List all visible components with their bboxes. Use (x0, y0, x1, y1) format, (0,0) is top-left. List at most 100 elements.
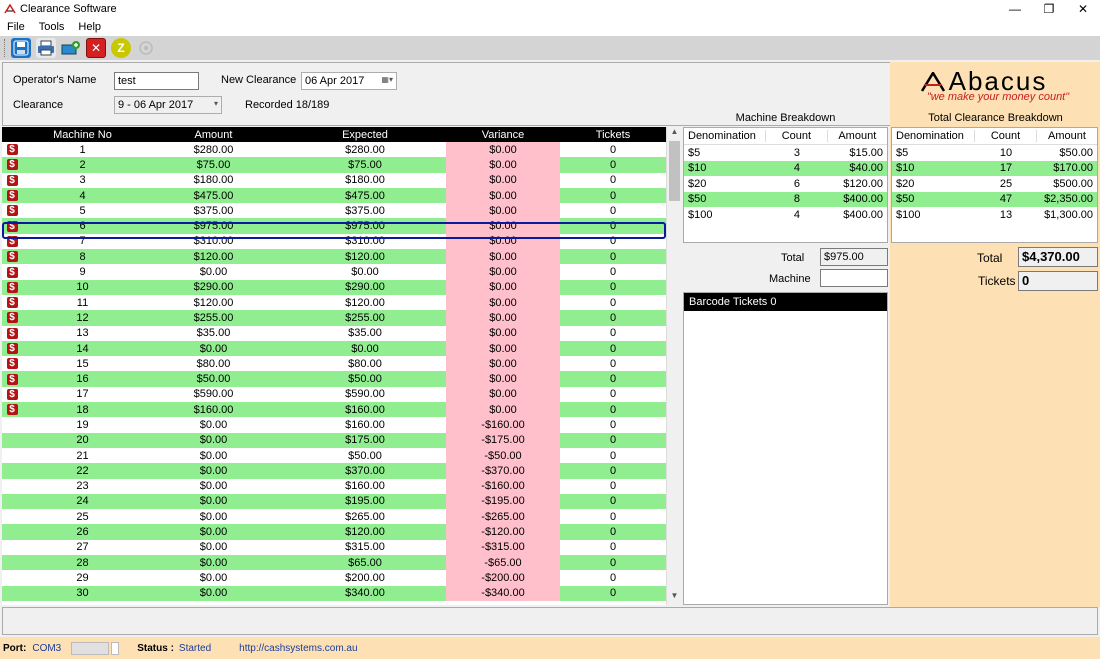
table-row[interactable]: $8 $120.00 $120.00 $0.00 0 (2, 249, 666, 265)
tickets-total-label: Tickets (978, 274, 1016, 288)
variance-cell: $0.00 (446, 325, 560, 341)
grand-total-value: $4,370.00 (1022, 249, 1080, 264)
machine-breakdown-title: Machine Breakdown (735, 112, 836, 124)
table-row[interactable]: 27 $0.00 $315.00 -$315.00 0 (2, 539, 666, 556)
scrollbar-thumb[interactable] (669, 141, 680, 201)
tb-header-count: Count (975, 130, 1037, 142)
menu-file[interactable]: File (0, 21, 32, 33)
variance-cell: $0.00 (446, 172, 560, 188)
list-item: $20 25 $500.00 (892, 176, 1097, 192)
variance-cell: $0.00 (446, 371, 560, 387)
amount-cell: $170.00 (1053, 162, 1093, 175)
table-row[interactable]: $11 $120.00 $120.00 $0.00 0 (2, 294, 666, 311)
scroll-down-icon[interactable]: ▼ (667, 591, 682, 605)
table-row[interactable]: 29 $0.00 $200.00 -$200.00 0 (2, 570, 666, 586)
denomination-cell: $20 (896, 177, 915, 190)
table-row[interactable]: $16 $50.00 $50.00 $0.00 0 (2, 371, 666, 387)
grid-header-expected[interactable]: Expected (284, 129, 446, 141)
table-row[interactable]: 28 $0.00 $65.00 -$65.00 0 (2, 555, 666, 571)
clearance-select[interactable]: 9 - 06 Apr 2017 ▾ (114, 96, 222, 114)
chevron-down-icon[interactable]: ▾ (214, 99, 218, 108)
tickets-cell: 0 (609, 220, 617, 233)
list-item: $10 17 $170.00 (892, 160, 1097, 176)
table-row[interactable]: $9 $0.00 $0.00 $0.00 0 (2, 264, 666, 280)
machine-no-cell: 18 (76, 403, 89, 416)
add-card-icon[interactable] (61, 38, 81, 58)
flag-cell: $ (2, 190, 22, 202)
minimize-icon[interactable]: — (998, 0, 1032, 18)
table-row[interactable]: $12 $255.00 $255.00 $0.00 0 (2, 310, 666, 326)
table-row[interactable]: $6 $975.00 $975.00 $0.00 0 (2, 218, 666, 234)
app-logo-icon (4, 4, 16, 14)
tickets-cell: 0 (609, 250, 617, 263)
amount-cell: $35.00 (196, 327, 231, 340)
menu-help[interactable]: Help (71, 21, 108, 33)
table-row[interactable]: $1 $280.00 $280.00 $0.00 0 (2, 142, 666, 158)
website-link[interactable]: http://cashsystems.com.au (239, 643, 357, 654)
table-row[interactable]: $5 $375.00 $375.00 $0.00 0 (2, 203, 666, 219)
count-cell: 17 (999, 162, 1013, 175)
machine-input[interactable] (820, 269, 888, 287)
table-row[interactable]: $17 $590.00 $590.00 $0.00 0 (2, 386, 666, 403)
flag-cell: $ (2, 343, 22, 354)
calendar-dropdown-icon[interactable]: ▦▾ (381, 75, 393, 84)
flag-cell: $ (2, 327, 22, 339)
table-row[interactable]: 21 $0.00 $50.00 -$50.00 0 (2, 447, 666, 464)
variance-cell: $0.00 (446, 249, 560, 265)
denomination-cell: $50 (896, 193, 915, 206)
new-clearance-date-picker[interactable]: 06 Apr 2017 ▦▾ (301, 72, 397, 90)
scroll-up-icon[interactable]: ▲ (667, 127, 682, 141)
table-row[interactable]: 24 $0.00 $195.00 -$195.00 0 (2, 493, 666, 510)
table-row[interactable]: $4 $475.00 $475.00 $0.00 0 (2, 187, 666, 204)
grid-scrollbar[interactable]: ▲ ▼ (666, 127, 681, 605)
dollar-icon: $ (6, 235, 18, 247)
grid-header-variance[interactable]: Variance (446, 127, 560, 142)
amount-cell: $0.00 (199, 464, 228, 477)
close-icon[interactable]: ✕ (1066, 0, 1100, 18)
expected-cell: $180.00 (345, 174, 385, 187)
dollar-icon: $ (6, 251, 18, 263)
delete-icon[interactable]: ✕ (86, 38, 106, 58)
table-row[interactable]: 22 $0.00 $370.00 -$370.00 0 (2, 463, 666, 479)
tickets-cell: 0 (609, 204, 617, 217)
table-row[interactable]: $13 $35.00 $35.00 $0.00 0 (2, 325, 666, 341)
denomination-cell: $100 (896, 208, 921, 221)
expected-cell: $265.00 (345, 510, 385, 523)
table-row[interactable]: $7 $310.00 $310.00 $0.00 0 (2, 233, 666, 250)
table-row[interactable]: 30 $0.00 $340.00 -$340.00 0 (2, 585, 666, 601)
grid-header-machine-no[interactable]: Machine No (22, 129, 143, 141)
table-row[interactable]: $10 $290.00 $290.00 $0.00 0 (2, 279, 666, 295)
variance-cell: -$265.00 (446, 509, 560, 525)
expected-cell: $160.00 (345, 418, 385, 431)
expected-cell: $340.00 (345, 587, 385, 600)
menu-tools[interactable]: Tools (32, 21, 72, 33)
table-row[interactable]: 19 $0.00 $160.00 -$160.00 0 (2, 417, 666, 433)
variance-cell: -$160.00 (446, 417, 560, 433)
operator-name-input[interactable]: test (114, 72, 199, 90)
table-row[interactable]: $2 $75.00 $75.00 $0.00 0 (2, 157, 666, 173)
table-row[interactable]: 23 $0.00 $160.00 -$160.00 0 (2, 478, 666, 494)
save-icon[interactable] (11, 38, 31, 58)
table-row[interactable]: 25 $0.00 $265.00 -$265.00 0 (2, 509, 666, 525)
expected-cell: $975.00 (345, 220, 385, 233)
variance-cell: -$315.00 (446, 539, 560, 556)
z-report-icon[interactable]: Z (111, 38, 131, 58)
expected-cell: $120.00 (345, 526, 385, 539)
table-row[interactable]: $14 $0.00 $0.00 $0.00 0 (2, 340, 666, 357)
flag-cell: $ (2, 251, 22, 263)
table-row[interactable]: $3 $180.00 $180.00 $0.00 0 (2, 172, 666, 188)
restore-icon[interactable]: ❐ (1032, 0, 1066, 18)
flag-cell: $ (2, 205, 22, 217)
table-row[interactable]: 26 $0.00 $120.00 -$120.00 0 (2, 524, 666, 540)
flag-cell: $ (2, 266, 22, 278)
table-row[interactable]: $15 $80.00 $80.00 $0.00 0 (2, 356, 666, 372)
tickets-cell: 0 (609, 311, 617, 324)
table-row[interactable]: 20 $0.00 $175.00 -$175.00 0 (2, 432, 666, 448)
table-row[interactable]: $18 $160.00 $160.00 $0.00 0 (2, 402, 666, 418)
tickets-cell: 0 (609, 388, 617, 401)
grid-header-tickets[interactable]: Tickets (560, 129, 666, 141)
expected-cell: $75.00 (348, 158, 382, 171)
grid-header-amount[interactable]: Amount (143, 129, 284, 141)
print-icon[interactable] (36, 38, 56, 58)
machine-no-cell: 22 (76, 464, 89, 477)
